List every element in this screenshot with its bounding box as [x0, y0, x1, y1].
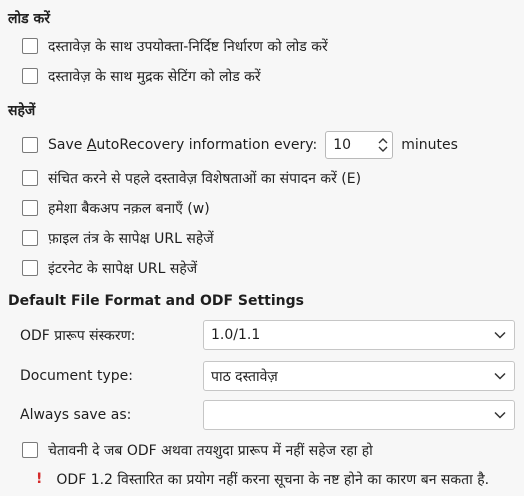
autorecovery-checkbox[interactable] — [22, 137, 38, 153]
chevron-down-icon — [494, 372, 506, 380]
chevron-down-icon[interactable] — [378, 146, 388, 152]
autorecovery-label: Save AutoRecovery information every: — [48, 137, 318, 153]
relative-internet-url-option[interactable]: इंटरनेट के सापेक्ष URL सहेजें — [22, 256, 197, 280]
document-type-select[interactable]: पाठ दस्तावेज़ — [203, 361, 515, 391]
load-printer-settings-label: दस्तावेज़ के साथ मुद्रक सेटिंग को लोड कर… — [48, 68, 261, 85]
edit-properties-checkbox[interactable] — [22, 170, 38, 186]
relative-filesystem-url-checkbox[interactable] — [22, 230, 38, 246]
load-printer-settings-option[interactable]: दस्तावेज़ के साथ मुद्रक सेटिंग को लोड कर… — [22, 64, 261, 88]
backup-copy-checkbox[interactable] — [22, 200, 38, 216]
autorecovery-minutes-value[interactable]: 10 — [333, 137, 351, 153]
backup-copy-label: हमेशा बैकअप नक़ल बनाएँ (w) — [48, 200, 210, 217]
document-type-value: पाठ दस्तावेज़ — [211, 368, 278, 385]
relative-filesystem-url-label: फ़ाइल तंत्र के सापेक्ष URL सहेजें — [48, 230, 214, 247]
autorecovery-option[interactable]: Save AutoRecovery information every: 10 … — [22, 130, 458, 160]
format-section-title: Default File Format and ODF Settings — [8, 293, 304, 309]
warn-not-odf-checkbox[interactable] — [22, 442, 38, 458]
warn-not-odf-option[interactable]: चेतावनी दे जब ODF अथवा तयशुदा प्रारूप मे… — [22, 438, 373, 462]
odf-warning-text: ODF 1.2 विस्तारित का प्रयोग नहीं करना सू… — [56, 471, 490, 488]
edit-properties-option[interactable]: संचित करने से पहले दस्तावेज़ विशेषताओं क… — [22, 166, 361, 190]
odf-version-value: 1.0/1.1 — [211, 327, 261, 343]
document-type-label: Document type: — [20, 368, 133, 384]
load-printer-settings-checkbox[interactable] — [22, 68, 38, 84]
relative-filesystem-url-option[interactable]: फ़ाइल तंत्र के सापेक्ष URL सहेजें — [22, 226, 214, 250]
odf-version-select[interactable]: 1.0/1.1 — [203, 320, 515, 350]
relative-internet-url-label: इंटरनेट के सापेक्ष URL सहेजें — [48, 260, 198, 277]
chevron-up-icon[interactable] — [378, 138, 388, 144]
chevron-down-icon — [494, 411, 506, 419]
always-save-as-select[interactable] — [203, 400, 515, 430]
warning-icon: ! — [36, 471, 43, 487]
save-section-title: सहेजें — [8, 103, 36, 119]
chevron-down-icon — [494, 331, 506, 339]
backup-copy-option[interactable]: हमेशा बैकअप नक़ल बनाएँ (w) — [22, 196, 210, 220]
warn-not-odf-label: चेतावनी दे जब ODF अथवा तयशुदा प्रारूप मे… — [48, 442, 373, 459]
load-user-settings-option[interactable]: दस्तावेज़ के साथ उपयोक्ता-निर्दिष्ट निर्… — [22, 34, 328, 58]
load-section-title: लोड करें — [8, 11, 50, 27]
odf-warning-message: ! ODF 1.2 विस्तारित का प्रयोग नहीं करना … — [36, 468, 489, 490]
odf-version-label: ODF प्रारूप संस्करण: — [20, 327, 136, 344]
autorecovery-unit-label: minutes — [401, 137, 458, 153]
load-user-settings-label: दस्तावेज़ के साथ उपयोक्ता-निर्दिष्ट निर्… — [48, 38, 328, 55]
relative-internet-url-checkbox[interactable] — [22, 260, 38, 276]
always-save-as-label: Always save as: — [20, 407, 132, 423]
autorecovery-minutes-spinbox[interactable]: 10 — [325, 131, 394, 159]
edit-properties-label: संचित करने से पहले दस्तावेज़ विशेषताओं क… — [48, 170, 362, 187]
load-user-settings-checkbox[interactable] — [22, 38, 38, 54]
